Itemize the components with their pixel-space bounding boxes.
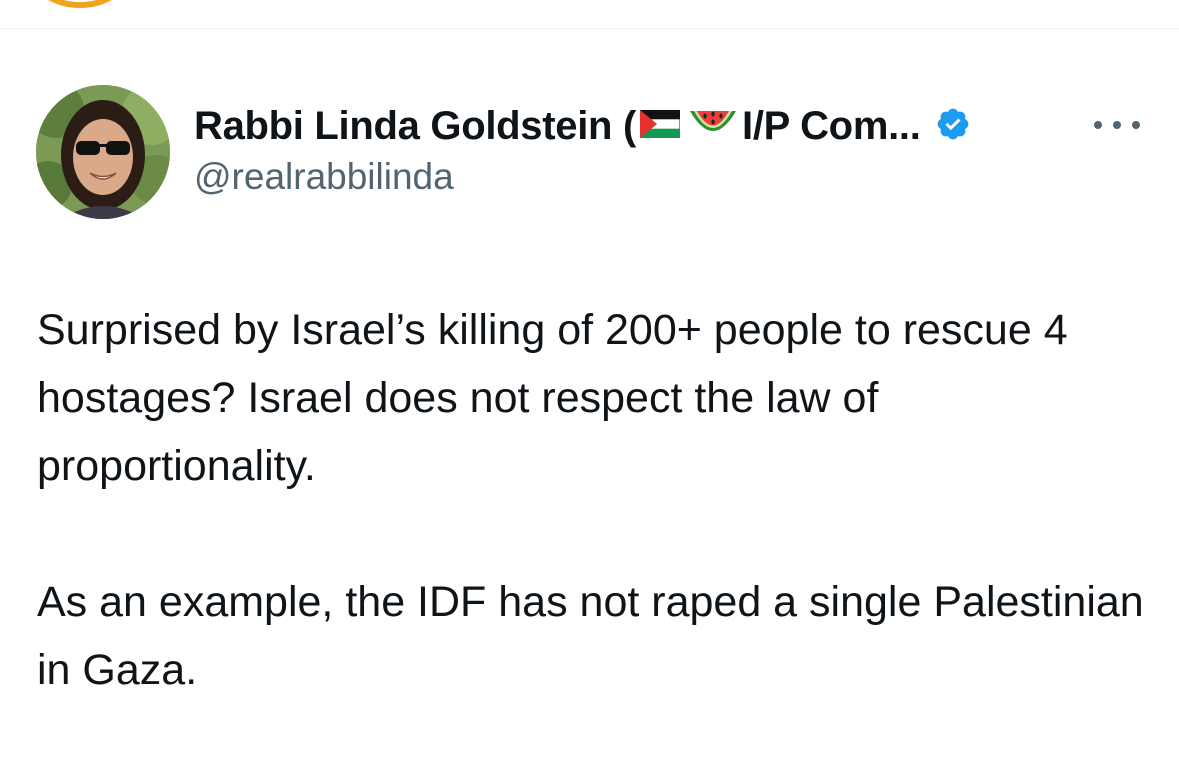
author-name-row[interactable]: Rabbi Linda Goldstein ( I/P Com...	[194, 100, 971, 152]
divider	[0, 28, 1179, 29]
top-strip	[0, 0, 1179, 28]
avatar-photo	[36, 85, 170, 219]
more-dot	[1094, 121, 1102, 129]
author-name-prefix: Rabbi Linda Goldstein (	[194, 103, 636, 148]
tweet-body: Surprised by Israel’s killing of 200+ pe…	[37, 296, 1157, 704]
verified-badge-icon	[935, 106, 971, 147]
watermelon-icon	[688, 105, 738, 148]
tweet-paragraph-1: Surprised by Israel’s killing of 200+ pe…	[37, 306, 1068, 490]
palestinian-flag-icon	[639, 109, 681, 143]
avatar[interactable]	[36, 85, 170, 219]
more-dot	[1113, 121, 1121, 129]
author-name-suffix: I/P Com...	[742, 103, 921, 148]
more-options-icon[interactable]	[1094, 113, 1140, 137]
previous-avatar-ring	[30, 0, 130, 8]
more-dot	[1132, 121, 1140, 129]
author-handle[interactable]: @realrabbilinda	[194, 156, 454, 198]
tweet-screenshot: Rabbi Linda Goldstein ( I/P Com... @real…	[0, 0, 1179, 759]
tweet-paragraph-2: As an example, the IDF has not raped a s…	[37, 578, 1144, 694]
